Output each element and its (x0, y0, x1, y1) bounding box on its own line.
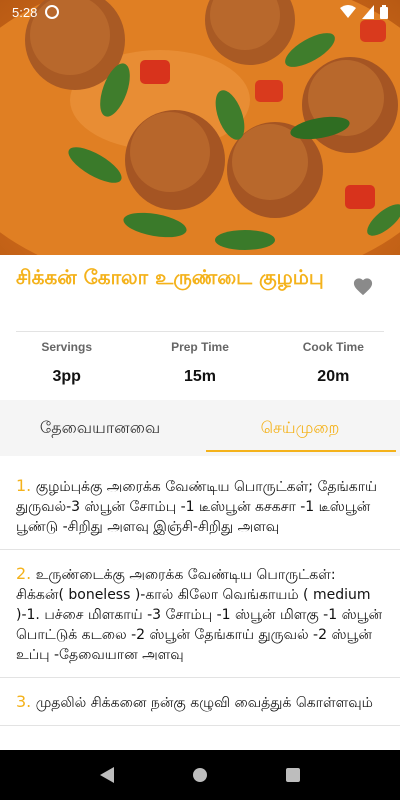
tab-method[interactable]: செய்முறை (200, 400, 400, 456)
method-list: 1. குழம்புக்கு அரைக்க வேண்டிய பொருட்கள்;… (0, 470, 400, 726)
back-icon[interactable] (99, 767, 114, 783)
recipe-tabs: தேவையானவை செய்முறை (0, 400, 400, 456)
recipe-hero-image (0, 0, 400, 255)
divider (16, 331, 384, 332)
stat-label: Servings (41, 340, 93, 354)
recent-apps-icon[interactable] (286, 768, 301, 782)
status-bar: 5:28 (0, 0, 400, 24)
signal-icon (362, 5, 374, 19)
sync-icon (45, 5, 60, 19)
recipe-stats: Servings 3pp Prep Time 15m Cook Time 20m (0, 340, 400, 396)
list-item: 2. உருண்டைக்கு அரைக்க வேண்டிய பொருட்கள்:… (0, 550, 400, 678)
favorite-button[interactable] (352, 276, 374, 300)
stat-servings: Servings 3pp (0, 340, 133, 396)
step-text: முதலில் சிக்கனை நன்கு கழுவி வைத்துக் கொள… (35, 695, 373, 711)
step-text: உருண்டைக்கு அரைக்க வேண்டிய பொருட்கள்: சி… (16, 567, 383, 663)
recipe-title: சிக்கன் கோலா உருண்டை குழம்பு (16, 265, 324, 289)
list-item: 1. குழம்புக்கு அரைக்க வேண்டிய பொருட்கள்;… (0, 470, 400, 550)
step-number: 1. (16, 476, 32, 495)
status-time: 5:28 (12, 4, 38, 20)
status-icons (340, 5, 388, 19)
stat-label: Prep Time (171, 340, 229, 354)
stat-cook-time: Cook Time 20m (267, 340, 400, 396)
home-icon[interactable] (192, 768, 207, 782)
tab-ingredients[interactable]: தேவையானவை (0, 400, 200, 456)
stat-value: 20m (317, 368, 350, 385)
wifi-icon (340, 5, 356, 18)
battery-icon (380, 5, 388, 19)
step-text: குழம்புக்கு அரைக்க வேண்டிய பொருட்கள்; தே… (16, 479, 378, 535)
list-item: 3. முதலில் சிக்கனை நன்கு கழுவி வைத்துக் … (0, 678, 400, 726)
stat-value: 3pp (52, 368, 81, 385)
heart-icon (353, 278, 373, 296)
stat-label: Cook Time (302, 340, 364, 354)
stat-prep-time: Prep Time 15m (133, 340, 266, 396)
curry-illustration (0, 0, 400, 255)
step-number: 3. (16, 692, 32, 711)
stat-value: 15m (183, 368, 216, 385)
recipe-header: சிக்கன் கோலா உருண்டை குழம்பு (16, 262, 384, 296)
system-nav-bar (0, 750, 400, 800)
step-number: 2. (16, 564, 32, 583)
